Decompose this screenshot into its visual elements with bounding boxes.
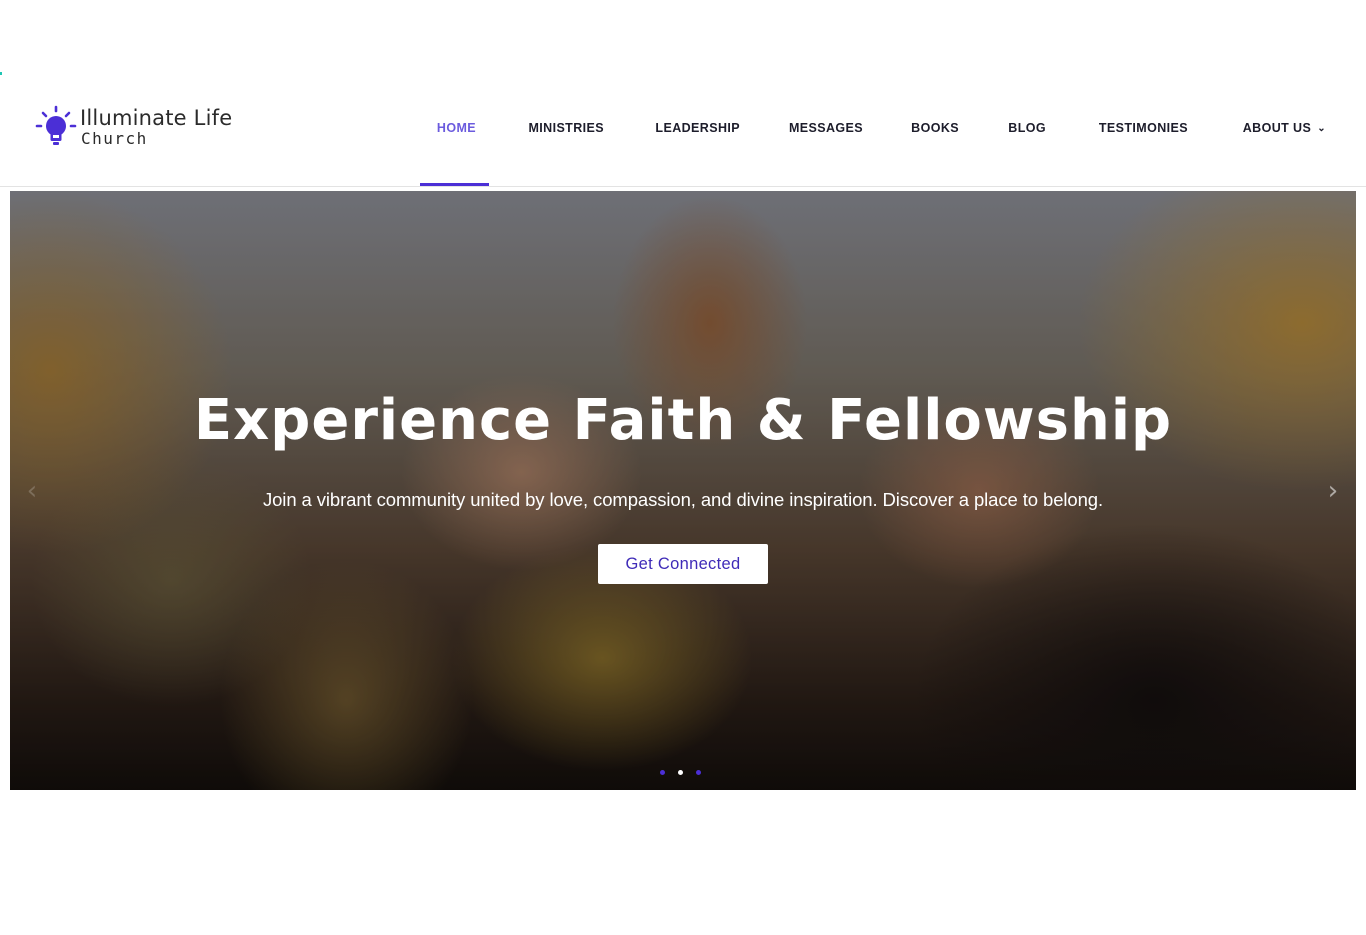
nav-leadership[interactable]: LEADERSHIP — [655, 121, 740, 139]
nav-messages[interactable]: MESSAGES — [789, 121, 863, 139]
nav-blog[interactable]: BLOG — [1008, 121, 1046, 139]
hero-slider: Experience Faith & Fellowship Join a vib… — [10, 191, 1356, 790]
logo-subname: Church — [81, 128, 148, 148]
hero-subtitle: Join a vibrant community united by love,… — [262, 489, 1104, 510]
hero-title: Experience Faith & Fellowship — [193, 388, 1173, 453]
slide-dot-2[interactable] — [678, 770, 683, 775]
nav-ministries[interactable]: MINISTRIES — [528, 121, 604, 139]
nav-testimonies[interactable]: TESTIMONIES — [1099, 121, 1188, 139]
edge-marker — [0, 72, 2, 75]
slide-dot-3[interactable] — [696, 770, 701, 775]
slider-pagination — [660, 770, 701, 778]
chevron-left-icon[interactable]: ‹ — [20, 476, 44, 506]
active-nav-indicator — [420, 183, 489, 186]
lightbulb-icon — [35, 105, 77, 145]
chevron-right-icon[interactable]: › — [1321, 476, 1345, 506]
logo-wordmark: Illuminate Life Church — [80, 105, 233, 148]
site-logo[interactable]: Illuminate Life Church — [34, 104, 232, 150]
nav-home[interactable]: HOME — [437, 121, 476, 139]
chevron-down-icon: ⌄ — [1317, 123, 1326, 134]
nav-about-us[interactable]: ABOUT US ⌄ — [1243, 121, 1326, 139]
logo-name: Illuminate Life — [80, 105, 233, 130]
slide-dot-1[interactable] — [660, 770, 665, 775]
site-header: Illuminate Life Church HOME MINISTRIES L… — [0, 95, 1366, 187]
get-connected-button[interactable]: Get Connected — [598, 544, 768, 584]
nav-books[interactable]: BOOKS — [911, 121, 959, 139]
nav-about-us-label: ABOUT US — [1242, 121, 1312, 135]
